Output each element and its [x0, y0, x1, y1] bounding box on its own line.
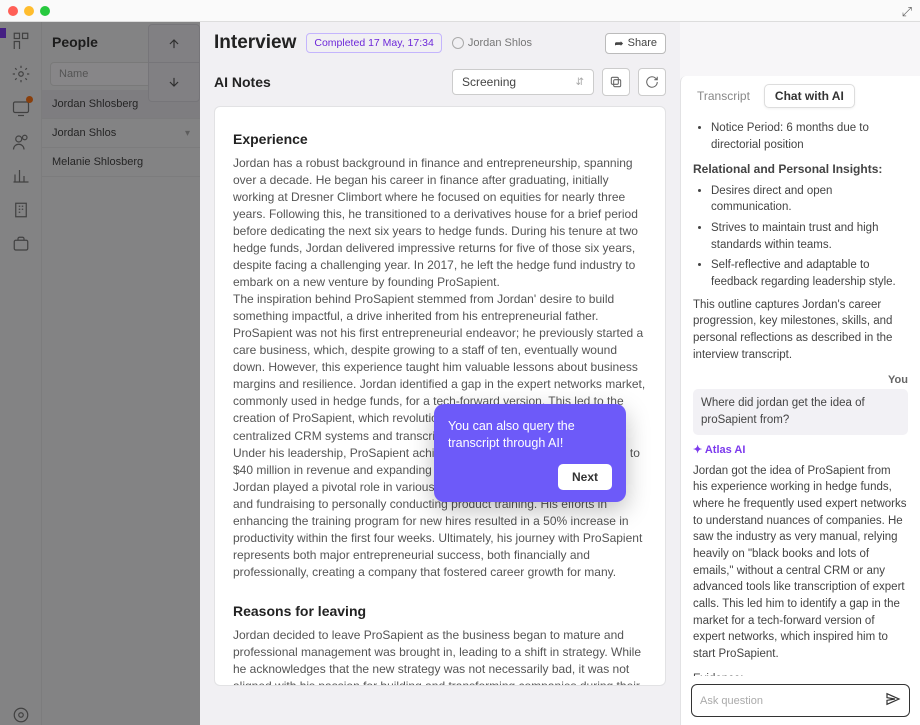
- people-row[interactable]: Melanie Shlosberg: [42, 148, 200, 177]
- screen-icon[interactable]: [11, 98, 31, 118]
- chat-input[interactable]: Ask question: [691, 684, 910, 717]
- body-text: Jordan has a robust background in financ…: [233, 155, 647, 291]
- next-button[interactable]: [149, 63, 199, 101]
- you-label: You: [693, 373, 908, 389]
- list-item: Notice Period: 6 months due to directori…: [711, 120, 908, 153]
- notes-header-row: AI Notes Screening ⇵: [200, 64, 680, 106]
- ai-answer: Jordan got the idea of ProSapient from h…: [693, 463, 908, 663]
- people-row[interactable]: Jordan Shlos ▾: [42, 119, 200, 148]
- gear-icon[interactable]: [11, 64, 31, 84]
- reports-icon[interactable]: [11, 166, 31, 186]
- maximize-icon[interactable]: [40, 6, 50, 16]
- chat-scroll[interactable]: Notice Period: 6 months due to directori…: [681, 116, 920, 676]
- share-button[interactable]: ➦ Share: [605, 33, 666, 54]
- refresh-button[interactable]: [638, 68, 666, 96]
- chat-tabs: Transcript Chat with AI: [681, 76, 920, 116]
- people-row-label: Jordan Shlos: [52, 127, 116, 139]
- tab-transcript[interactable]: Transcript: [691, 85, 756, 107]
- onboarding-popover: You can also query the transcript throug…: [434, 404, 626, 502]
- section-heading: Experience: [233, 131, 647, 147]
- copy-button[interactable]: [602, 68, 630, 96]
- owner-label: Jordan Shlos: [468, 37, 532, 49]
- icon-rail: [0, 22, 42, 725]
- body-text: Jordan decided to leave ProSapient as th…: [233, 627, 647, 686]
- window-titlebar: ⤢: [0, 0, 920, 22]
- select-value: Screening: [462, 75, 516, 89]
- building-icon[interactable]: [11, 200, 31, 220]
- list-item: Desires direct and open communication.: [711, 183, 908, 216]
- chevron-down-icon: ▾: [185, 128, 190, 139]
- prev-button[interactable]: [149, 25, 199, 63]
- share-label: Share: [628, 37, 657, 49]
- page-title: Interview: [214, 32, 296, 54]
- window-controls[interactable]: [8, 6, 50, 16]
- settings-icon[interactable]: [11, 705, 31, 725]
- section-heading: Reasons for leaving: [233, 603, 647, 619]
- dashboard-icon[interactable]: [11, 30, 31, 50]
- people-panel: People 3 Name Jordan Shlosberg Jordan Sh…: [42, 22, 200, 725]
- insights-heading: Relational and Personal Insights:: [693, 161, 908, 178]
- record-owner[interactable]: Jordan Shlos: [452, 37, 532, 49]
- people-row-label: Melanie Shlosberg: [52, 156, 143, 168]
- minimize-icon[interactable]: [24, 6, 34, 16]
- list-item: Self-reflective and adaptable to feedbac…: [711, 257, 908, 290]
- tab-chat-ai[interactable]: Chat with AI: [764, 84, 855, 108]
- atlas-ai-label: ✦ Atlas AI: [693, 443, 908, 459]
- prev-next-nav: [148, 24, 200, 102]
- main-content: Interview Completed 17 May, 17:34 Jordan…: [200, 22, 680, 725]
- status-pill: Completed 17 May, 17:34: [306, 33, 441, 53]
- close-icon[interactable]: [8, 6, 18, 16]
- share-icon: ➦: [614, 37, 623, 50]
- template-select[interactable]: Screening ⇵: [452, 69, 594, 95]
- summary-text: This outline captures Jordan's career pr…: [693, 297, 908, 364]
- popover-text: You can also query the transcript throug…: [448, 418, 612, 452]
- user-icon: [452, 37, 464, 49]
- ai-notes-heading: AI Notes: [214, 74, 444, 90]
- chat-placeholder: Ask question: [700, 695, 763, 707]
- send-icon[interactable]: [885, 691, 901, 710]
- accent-indicator: [0, 28, 6, 38]
- popover-next-button[interactable]: Next: [558, 464, 612, 490]
- chevron-updown-icon: ⇵: [576, 77, 584, 88]
- people-icon[interactable]: [11, 132, 31, 152]
- chat-panel: Transcript Chat with AI Notice Period: 6…: [680, 76, 920, 725]
- list-item: Strives to maintain trust and high stand…: [711, 220, 908, 253]
- user-message: Where did jordan get the idea of proSapi…: [693, 389, 908, 434]
- people-row-label: Jordan Shlosberg: [52, 98, 138, 110]
- expand-icon[interactable]: ⤢: [902, 4, 912, 20]
- topbar: Interview Completed 17 May, 17:34 Jordan…: [200, 22, 680, 64]
- briefcase-icon[interactable]: [11, 234, 31, 254]
- notes-document: Experience Jordan has a robust backgroun…: [214, 106, 666, 686]
